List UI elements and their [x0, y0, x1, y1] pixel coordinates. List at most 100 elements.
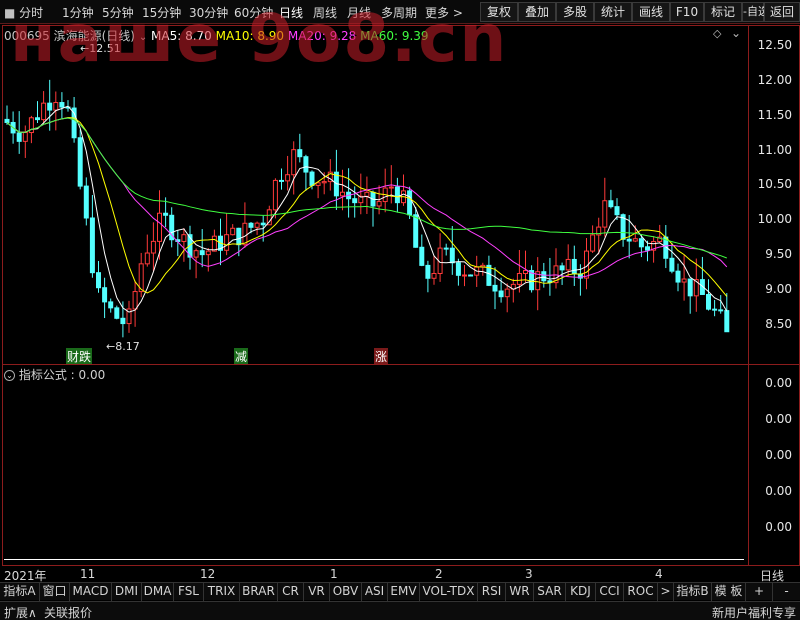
tab-kdj[interactable]: KDJ	[566, 583, 596, 601]
tab-fsl[interactable]: FSL	[174, 583, 204, 601]
candle-body	[681, 278, 687, 283]
tab-trix[interactable]: TRIX	[204, 583, 240, 601]
tab-emv[interactable]: EMV	[388, 583, 420, 601]
remove-pane-button[interactable]: -	[773, 583, 800, 601]
fuquan-button[interactable]: 复权	[480, 2, 518, 22]
candle-body	[163, 212, 169, 216]
indicator-zero-line	[4, 559, 744, 560]
candle-body	[724, 310, 730, 333]
mark-button[interactable]: 标记	[704, 2, 742, 22]
tab-roc[interactable]: ROC	[624, 583, 658, 601]
date-tick: 4	[655, 567, 663, 581]
candle-body	[645, 246, 650, 251]
date-tick: 12	[200, 567, 216, 581]
candle-body	[675, 270, 681, 283]
add-pane-button[interactable]: +	[746, 583, 773, 601]
candle-body	[22, 132, 28, 142]
date-tick: 2	[435, 567, 443, 581]
candle-body	[419, 246, 425, 266]
tab-indicator-a[interactable]: 指标A	[0, 583, 40, 601]
remove-watchlist-button[interactable]: -自选	[742, 2, 769, 22]
indicator-title[interactable]: ⌄ 指标公式 : 0.00	[4, 366, 105, 383]
f10-button[interactable]: F10	[670, 2, 704, 22]
candle-body	[242, 222, 248, 246]
candle-body	[571, 258, 577, 275]
tab-cci[interactable]: CCI	[596, 583, 624, 601]
candle-body	[718, 309, 724, 312]
candle-body	[254, 222, 260, 228]
candle-body	[144, 252, 150, 265]
period-tab-5min[interactable]: 5分钟	[102, 4, 134, 21]
tab-obv[interactable]: OBV	[330, 583, 362, 601]
candle-body	[425, 264, 431, 279]
candle-body	[559, 265, 565, 271]
candle-body	[523, 270, 528, 275]
period-tab-monthly[interactable]: 月线	[347, 4, 371, 21]
candle-body	[108, 301, 114, 309]
tabs-scroll-right[interactable]: >	[658, 583, 674, 601]
period-tab-30min[interactable]: 30分钟	[189, 4, 228, 21]
period-toolbar: ■ 分时 1分钟 5分钟 15分钟 30分钟 60分钟 日线 周线 月线 多周期…	[0, 0, 800, 24]
promo-link[interactable]: 新用户福利专享	[712, 604, 796, 620]
price-tick: 12.50	[757, 38, 792, 52]
period-tab-15min[interactable]: 15分钟	[142, 4, 181, 21]
event-marker-drop[interactable]: 财跌	[66, 348, 93, 365]
candle-body	[205, 250, 211, 256]
candlestick-chart[interactable]	[3, 40, 747, 364]
price-tick: 10.00	[757, 212, 792, 226]
candle-body	[132, 291, 138, 310]
candle-body	[443, 247, 449, 250]
multi-stock-button[interactable]: 多股	[556, 2, 594, 22]
event-marker-reduce[interactable]: 减	[234, 348, 249, 365]
tab-brar[interactable]: BRAR	[240, 583, 278, 601]
indicator-tabs: 指标A 窗口 MACD DMI DMA FSL TRIX BRAR CR VR …	[0, 582, 800, 601]
collapse-icon[interactable]: ⌄	[4, 370, 15, 381]
tab-cr[interactable]: CR	[278, 583, 304, 601]
tab-dma[interactable]: DMA	[142, 583, 174, 601]
period-tab-1min[interactable]: 1分钟	[62, 4, 94, 21]
tab-indicator-b[interactable]: 指标B	[674, 583, 712, 601]
candle-body	[388, 186, 394, 189]
period-tab-60min[interactable]: 60分钟	[234, 4, 273, 21]
period-tab-timeline[interactable]: ■ 分时	[4, 4, 43, 21]
period-more-button[interactable]: 更多 >	[425, 4, 463, 21]
tab-rsi[interactable]: RSI	[478, 583, 506, 601]
back-button[interactable]: 返回	[764, 2, 800, 22]
event-marker-rise[interactable]: 涨	[374, 348, 389, 365]
period-tab-daily[interactable]: 日线	[279, 4, 303, 21]
indicator-tick: 0.00	[765, 412, 792, 426]
overlay-button[interactable]: 叠加	[518, 2, 556, 22]
tab-sar[interactable]: SAR	[534, 583, 566, 601]
candle-body	[83, 185, 89, 219]
indicator-axis-divider	[748, 364, 800, 566]
tab-wr[interactable]: WR	[506, 583, 534, 601]
candle-body	[297, 149, 303, 158]
chevron-down-icon[interactable]: ⌄	[731, 26, 741, 40]
tab-window[interactable]: 窗口	[40, 583, 70, 601]
candle-body	[394, 186, 400, 204]
statistics-button[interactable]: 统计	[594, 2, 632, 22]
tab-template[interactable]: 模 板	[712, 583, 746, 601]
low-price-marker: ←8.17	[106, 340, 140, 353]
indicator-pane	[2, 364, 800, 566]
period-tab-weekly[interactable]: 周线	[313, 4, 337, 21]
related-quotes-button[interactable]: 关联报价	[44, 604, 92, 620]
indicator-tick: 0.00	[765, 484, 792, 498]
candle-body	[669, 257, 675, 272]
tab-asi[interactable]: ASI	[362, 583, 388, 601]
candle-body	[120, 317, 126, 325]
tab-dmi[interactable]: DMI	[112, 583, 142, 601]
tab-vr[interactable]: VR	[304, 583, 330, 601]
tab-macd[interactable]: MACD	[70, 583, 112, 601]
candle-body	[352, 198, 358, 204]
candle-body	[614, 206, 620, 216]
diamond-icon[interactable]: ◇	[713, 27, 721, 40]
candle-body	[285, 174, 291, 182]
tab-vol-tdx[interactable]: VOL-TDX	[420, 583, 478, 601]
expand-button[interactable]: 扩展∧	[4, 604, 37, 620]
price-tick: 9.50	[765, 247, 792, 261]
candle-body	[291, 149, 297, 176]
draw-line-button[interactable]: 画线	[632, 2, 670, 22]
candle-body	[413, 214, 419, 248]
period-tab-multi[interactable]: 多周期	[381, 4, 417, 21]
